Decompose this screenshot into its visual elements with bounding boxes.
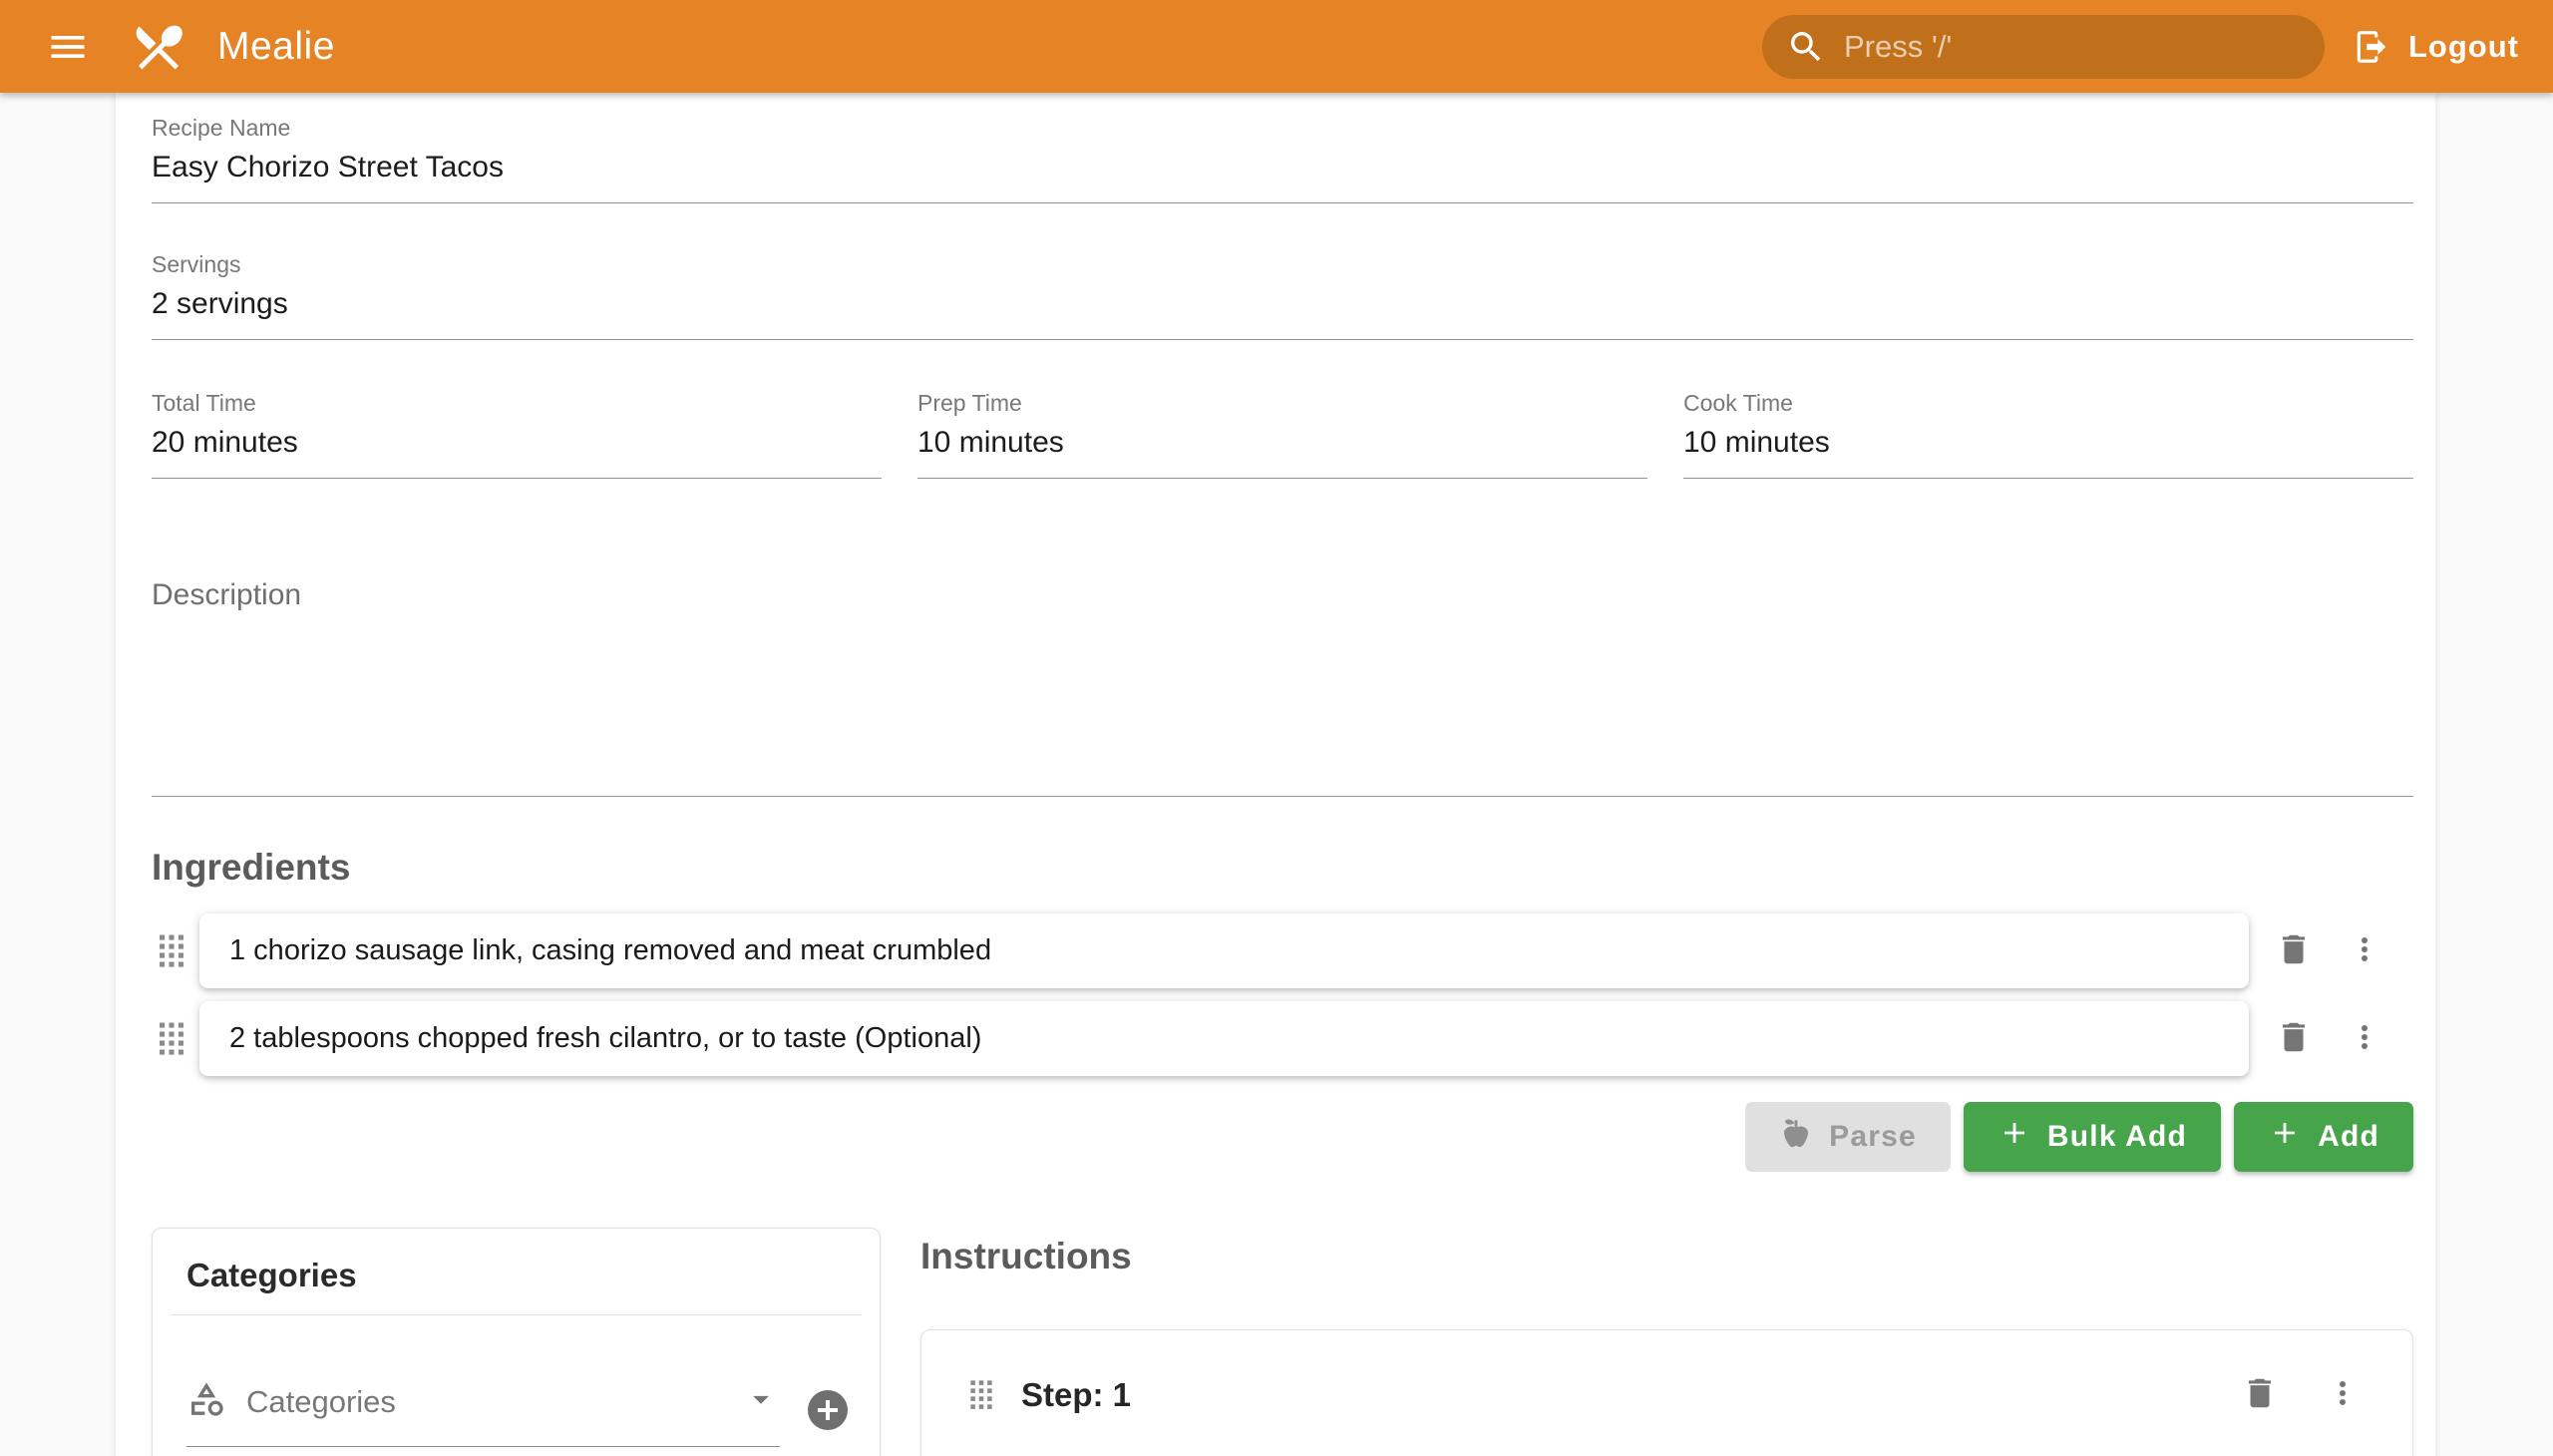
servings-field[interactable]: Servings 2 servings [152, 251, 2413, 340]
instructions-title: Instructions [920, 1236, 2413, 1277]
shapes-icon [186, 1379, 226, 1424]
description-value[interactable] [152, 612, 2413, 780]
ingredient-more-button[interactable] [2347, 931, 2382, 970]
description-label: Description [152, 578, 2413, 612]
kebab-menu-icon [2347, 1019, 2382, 1058]
bottom-section: Categories Categories [152, 1228, 2413, 1456]
ingredient-more-button[interactable] [2347, 1019, 2382, 1058]
step-card: Step: 1 C [920, 1329, 2413, 1456]
app-title: Mealie [217, 25, 335, 69]
logout-label: Logout [2408, 29, 2519, 65]
drag-handle-icon[interactable] [152, 931, 191, 971]
description-field[interactable]: Description [152, 578, 2413, 797]
delete-ingredient-button[interactable] [2275, 930, 2313, 971]
parse-label: Parse [1829, 1120, 1917, 1154]
add-category-button[interactable] [804, 1386, 852, 1437]
delete-step-button[interactable] [2241, 1374, 2279, 1415]
instructions-column: Instructions Step: 1 [920, 1228, 2413, 1456]
prep-time-field[interactable]: Prep Time 10 minutes [917, 390, 1647, 479]
ingredient-actions: Parse Bulk Add Add [152, 1102, 2413, 1172]
plus-icon [1998, 1116, 2031, 1158]
chevron-down-icon[interactable] [742, 1380, 780, 1423]
hamburger-icon [46, 25, 90, 69]
logout-button[interactable]: Logout [2353, 28, 2519, 66]
ingredient-row [152, 1001, 2413, 1076]
total-time-value[interactable]: 20 minutes [152, 426, 882, 462]
menu-button[interactable] [46, 25, 90, 69]
recipe-name-label: Recipe Name [152, 115, 2413, 142]
times-row: Total Time 20 minutes Prep Time 10 minut… [152, 390, 2413, 479]
recipe-editor-sheet: Recipe Name Easy Chorizo Street Tacos Se… [116, 93, 2435, 1456]
mealie-logo-icon[interactable] [130, 18, 187, 76]
categories-column: Categories Categories [152, 1228, 881, 1456]
bulk-add-button[interactable]: Bulk Add [1964, 1102, 2221, 1172]
ingredient-row [152, 913, 2413, 988]
apple-icon [1779, 1116, 1813, 1158]
cook-time-field[interactable]: Cook Time 10 minutes [1683, 390, 2413, 479]
recipe-name-value[interactable]: Easy Chorizo Street Tacos [152, 151, 2413, 186]
ingredient-input[interactable] [229, 934, 2219, 967]
ingredients-title: Ingredients [152, 847, 2413, 889]
search-input[interactable] [1844, 29, 2263, 65]
prep-time-value[interactable]: 10 minutes [917, 426, 1647, 462]
total-time-field[interactable]: Total Time 20 minutes [152, 390, 882, 479]
trash-icon [2275, 930, 2313, 971]
total-time-label: Total Time [152, 390, 882, 417]
parse-button[interactable]: Parse [1745, 1102, 1951, 1172]
drag-handle-icon[interactable] [963, 1377, 999, 1413]
kebab-menu-icon [2325, 1375, 2361, 1414]
add-button[interactable]: Add [2234, 1102, 2413, 1172]
step-title: Step: 1 [1021, 1376, 2241, 1414]
delete-ingredient-button[interactable] [2275, 1018, 2313, 1059]
app-header: Mealie Logout [0, 0, 2553, 93]
search-icon [1786, 27, 1826, 67]
trash-icon [2275, 1018, 2313, 1059]
categories-select-label: Categories [246, 1384, 722, 1420]
categories-card-title: Categories [153, 1229, 880, 1314]
plus-circle-icon [804, 1386, 852, 1437]
recipe-name-field[interactable]: Recipe Name Easy Chorizo Street Tacos [152, 115, 2413, 203]
trash-icon [2241, 1374, 2279, 1415]
add-label: Add [2318, 1120, 2379, 1154]
plus-icon [2268, 1116, 2302, 1158]
ingredient-input[interactable] [229, 1022, 2219, 1055]
step-header: Step: 1 [963, 1374, 2361, 1415]
categories-select[interactable]: Categories [186, 1379, 780, 1447]
kebab-menu-icon [2347, 931, 2382, 970]
servings-value[interactable]: 2 servings [152, 287, 2413, 323]
categories-card: Categories Categories [152, 1228, 881, 1456]
servings-label: Servings [152, 251, 2413, 278]
cook-time-value[interactable]: 10 minutes [1683, 426, 2413, 462]
logout-icon [2353, 28, 2390, 66]
mealie-app: Mealie Logout Recipe Name Easy Chorizo S… [0, 0, 2553, 1456]
ingredient-input-card[interactable] [199, 1001, 2249, 1076]
ingredient-input-card[interactable] [199, 913, 2249, 988]
prep-time-label: Prep Time [917, 390, 1647, 417]
search-bar[interactable] [1762, 15, 2325, 79]
categories-select-row: Categories [153, 1315, 880, 1447]
step-more-button[interactable] [2325, 1375, 2361, 1414]
cook-time-label: Cook Time [1683, 390, 2413, 417]
drag-handle-icon[interactable] [152, 1019, 191, 1059]
bulk-add-label: Bulk Add [2047, 1120, 2187, 1154]
